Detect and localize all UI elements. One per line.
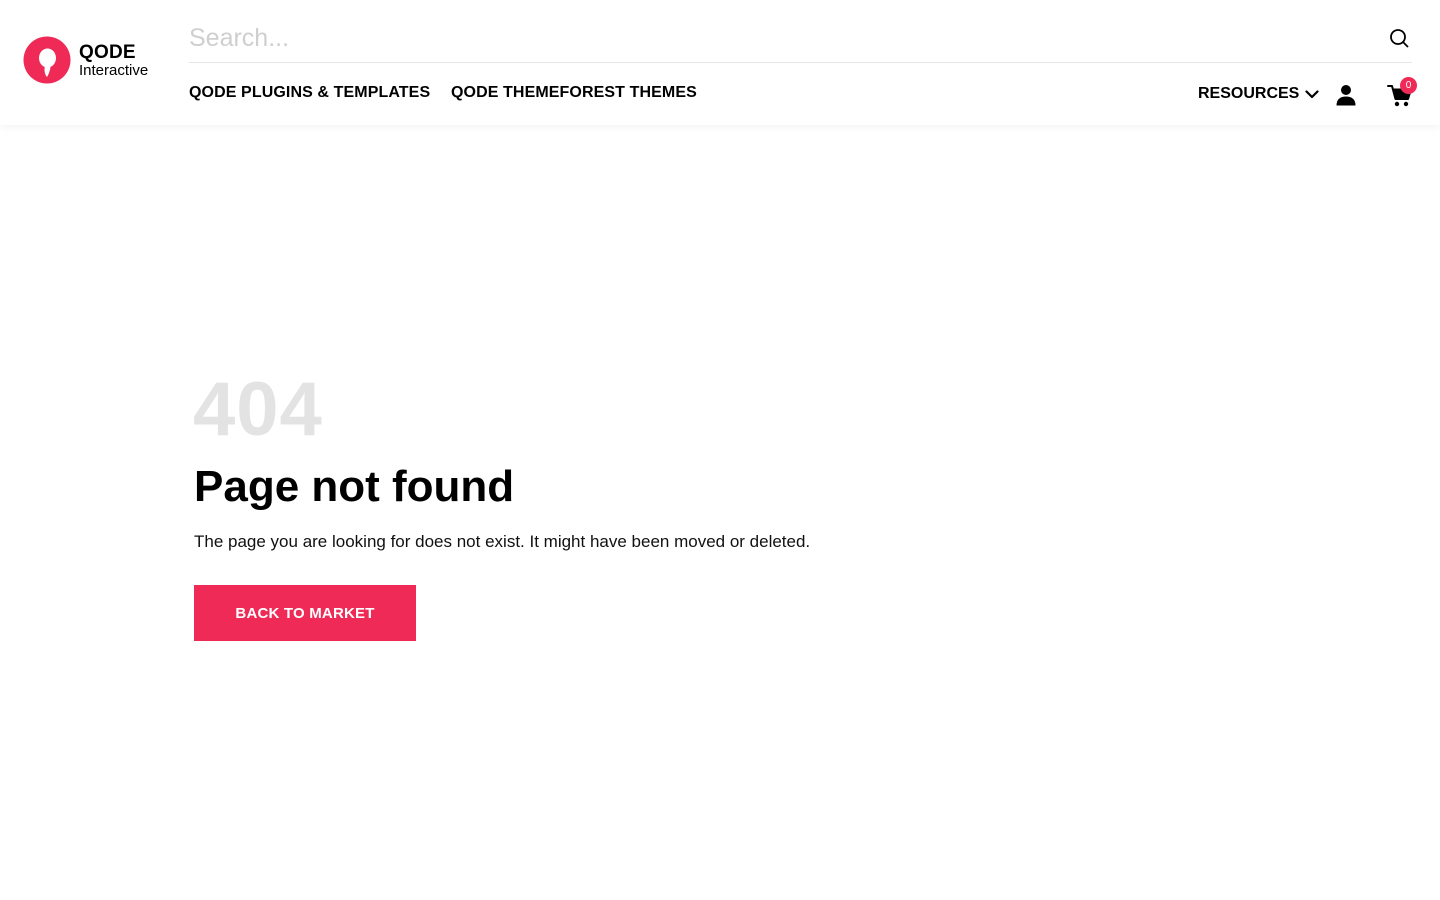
chevron-down-icon — [1305, 89, 1319, 98]
logo-icon — [23, 36, 71, 84]
logo[interactable]: QODE Interactive — [23, 35, 148, 85]
page-title: Page not found — [194, 462, 515, 511]
error-message: The page you are looking for does not ex… — [194, 532, 811, 551]
search-icon — [1390, 29, 1409, 48]
nav-themeforest-themes[interactable]: QODE THEMEFOREST THEMES — [451, 84, 697, 102]
resources-label: RESOURCES — [1198, 85, 1300, 102]
logo-text: QODE Interactive — [79, 43, 148, 78]
search-input[interactable] — [189, 16, 1387, 60]
logo-brand-name: QODE — [79, 41, 136, 63]
back-to-market-button[interactable]: BACK TO MARKET — [194, 585, 416, 641]
logo-brand-subtitle: Interactive — [79, 61, 149, 79]
site-header: QODE Interactive QODE PLUGINS & TEMPLATE… — [0, 0, 1440, 125]
cart-count-badge: 0 — [1400, 77, 1417, 94]
error-code: 404 — [193, 367, 323, 452]
nav-plugins-templates[interactable]: QODE PLUGINS & TEMPLATES — [189, 84, 430, 102]
account-button[interactable] — [1335, 84, 1357, 106]
search-bar — [189, 14, 1412, 63]
search-button[interactable] — [1387, 26, 1411, 50]
user-icon — [1336, 85, 1356, 106]
resources-dropdown[interactable]: RESOURCES — [1198, 85, 1319, 103]
